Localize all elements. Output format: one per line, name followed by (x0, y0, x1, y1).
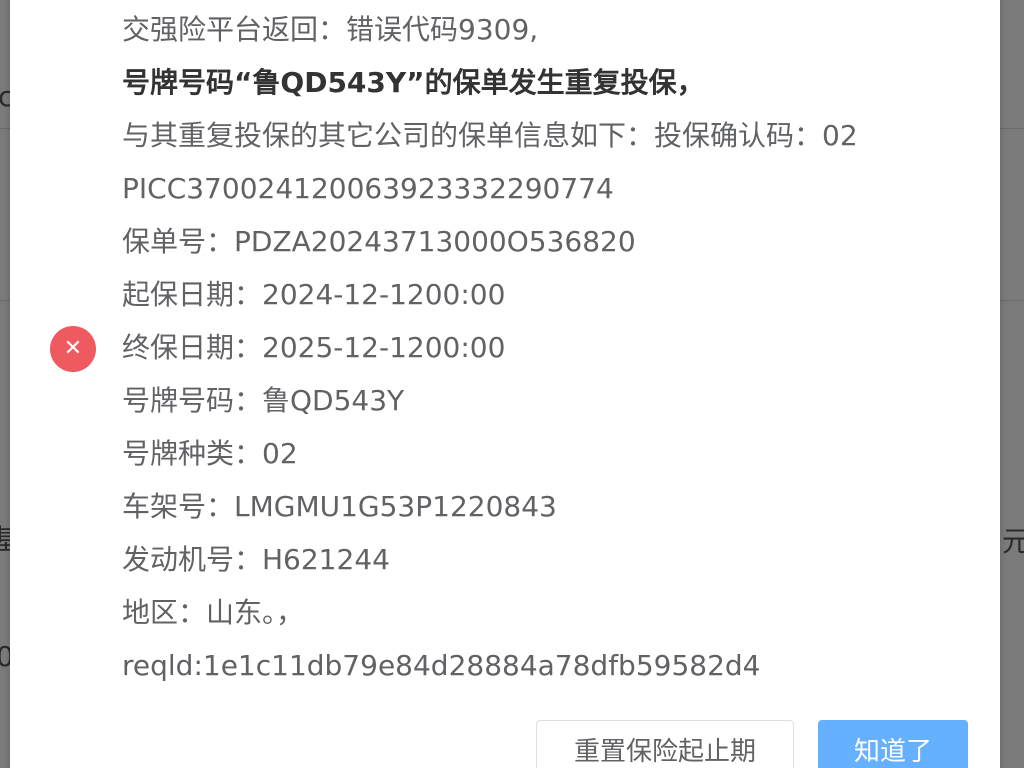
background-divider (1000, 128, 1024, 129)
error-message: 交强险平台返回：错误代码9309, 号牌号码“鲁QD543Y”的保单发生重复投保… (122, 14, 982, 703)
message-line: 号牌号码：鲁QD543Y (122, 384, 405, 417)
message-line: 号牌号码“鲁QD543Y”的保单发生重复投保， (122, 66, 705, 99)
message-line: 地区：山东。， (122, 596, 305, 629)
message-line: 与其重复投保的其它公司的保单信息如下：投保确认码：02 (122, 119, 858, 152)
message-line: 交强险平台返回：错误代码9309, (122, 13, 539, 46)
acknowledge-button[interactable]: 知道了 (818, 720, 968, 768)
message-line: 起保日期：2024-12-1200:00 (122, 278, 506, 311)
message-line: PICC370024120063923332290774 (122, 172, 614, 205)
error-circle-icon: ✕ (50, 326, 96, 372)
message-line: reqld:1e1c11db79e84d28884a78dfb59582d4 (122, 649, 761, 682)
message-line: 车架号：LMGMU1G53P1220843 (122, 490, 557, 523)
background-divider (0, 128, 10, 129)
background-divider (1000, 300, 1024, 301)
message-line: 发动机号：H621244 (122, 543, 390, 576)
message-line: 终保日期：2025-12-1200:00 (122, 331, 506, 364)
reset-insurance-period-button[interactable]: 重置保险起止期 (536, 720, 794, 768)
message-line: 号牌种类：02 (122, 437, 298, 470)
background-divider (0, 300, 10, 301)
error-dialog: ✕ 交强险平台返回：错误代码9309, 号牌号码“鲁QD543Y”的保单发生重复… (10, 0, 1000, 768)
message-line: 保单号：PDZA20243713000O536820 (122, 225, 636, 258)
